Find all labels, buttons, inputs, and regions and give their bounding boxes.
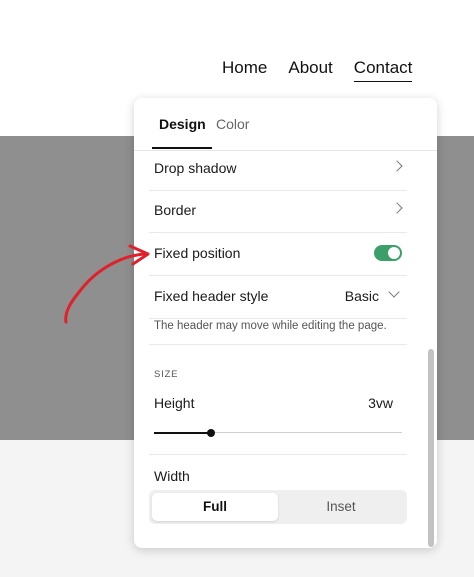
drop-shadow-row[interactable]: Drop shadow: [149, 148, 407, 191]
chevron-down-icon: [388, 286, 400, 298]
panel-tabs: Design Color: [134, 98, 437, 151]
height-value: 3vw: [368, 395, 393, 411]
slider-thumb[interactable]: [207, 428, 216, 437]
height-slider[interactable]: [154, 428, 402, 437]
nav-link-home[interactable]: Home: [222, 57, 267, 82]
nav-link-about[interactable]: About: [288, 57, 332, 82]
header-settings-panel: Design Color Drop shadow Border Fixed po…: [134, 98, 437, 548]
fixed-position-toggle[interactable]: [374, 245, 402, 261]
slider-fill: [154, 431, 212, 434]
tab-color[interactable]: Color: [216, 116, 249, 132]
border-row[interactable]: Border: [149, 190, 407, 233]
divider: [149, 454, 407, 455]
tab-design[interactable]: Design: [152, 116, 212, 149]
width-segmented-control: Full Inset: [149, 490, 407, 524]
border-label: Border: [154, 202, 197, 218]
nav-link-contact[interactable]: Contact: [353, 57, 413, 82]
height-label: Height: [154, 395, 195, 411]
fixed-header-style-select[interactable]: Basic: [345, 288, 379, 304]
helper-text: The header may move while editing the pa…: [154, 320, 387, 332]
toggle-knob: [388, 247, 400, 259]
width-option-full[interactable]: Full: [152, 493, 278, 521]
panel-scrollbar[interactable]: [428, 349, 434, 547]
fixed-header-style-row[interactable]: Fixed header style Basic: [149, 276, 407, 319]
size-section-title: SIZE: [154, 369, 179, 380]
red-arrow-annotation: [64, 244, 150, 324]
drop-shadow-label: Drop shadow: [154, 160, 237, 176]
width-option-inset[interactable]: Inset: [278, 493, 404, 521]
chevron-right-icon: [391, 160, 403, 172]
site-navigation: Home About Contact: [222, 57, 413, 82]
chevron-right-icon: [391, 202, 403, 214]
width-label: Width: [154, 468, 190, 484]
fixed-position-row: Fixed position: [149, 233, 407, 276]
divider: [149, 344, 407, 345]
fixed-header-style-label: Fixed header style: [154, 288, 269, 304]
